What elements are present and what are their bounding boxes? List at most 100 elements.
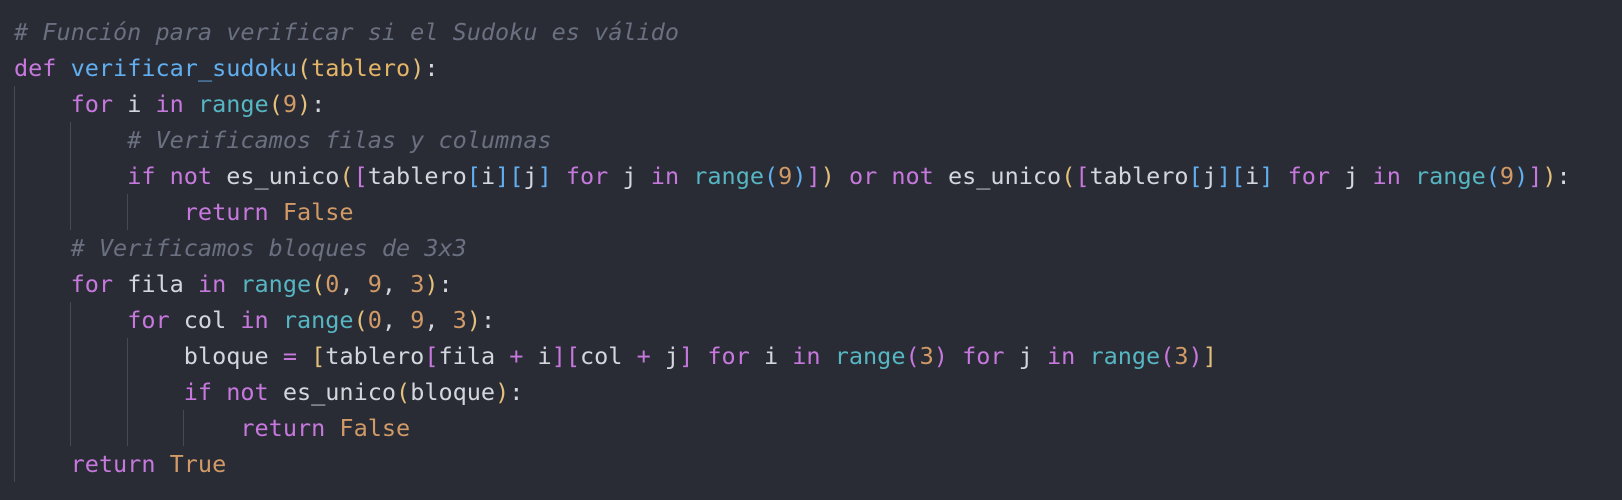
code-token-b3: [: [466, 162, 481, 190]
indent-guide: [70, 374, 72, 410]
code-token-plain: bloque: [410, 378, 496, 406]
code-token-b2: (: [905, 342, 920, 370]
code-line[interactable]: if not es_unico(bloque):: [0, 374, 1622, 410]
code-token-keyword: not: [891, 162, 934, 190]
code-line[interactable]: return True: [0, 446, 1622, 482]
code-token-b1: (: [1061, 162, 1076, 190]
code-token-keyword: for: [70, 90, 114, 118]
indent-guide: [70, 122, 72, 158]
code-token-builtin: range: [240, 270, 312, 298]
code-token-b3: ]: [1259, 162, 1274, 190]
code-token-b2: ): [933, 342, 948, 370]
code-token-b1: (: [296, 54, 312, 82]
code-token-number: 9: [282, 90, 298, 118]
code-line[interactable]: for col in range(0, 9, 3):: [0, 302, 1622, 338]
code-token-keyword: in: [197, 270, 227, 298]
code-token-plain: bloque: [183, 342, 283, 370]
code-token-number: 3: [452, 306, 467, 334]
indent-guide: [14, 410, 15, 446]
code-line[interactable]: if not es_unico([tablero[i][j] for j in …: [0, 158, 1622, 194]
code-token-b1: ): [495, 378, 510, 406]
code-token-const: False: [282, 198, 354, 226]
indent-guide: [126, 374, 128, 410]
code-token-b1: ): [410, 54, 425, 82]
code-body[interactable]: # Función para verificar si el Sudoku es…: [0, 14, 1622, 482]
code-token-plain: i: [749, 342, 793, 370]
code-token-keyword: not: [169, 162, 213, 190]
code-token-b3: (: [764, 162, 779, 190]
code-line[interactable]: def verificar_sudoku(tablero):: [0, 50, 1622, 86]
code-line[interactable]: # Verificamos bloques de 3x3: [0, 230, 1622, 266]
code-token-b3: [: [509, 162, 524, 190]
code-token-plain: i: [113, 90, 156, 118]
code-token-b2: ]: [679, 342, 694, 370]
code-token-number: 9: [1499, 162, 1515, 190]
code-token-plain: tablero: [325, 342, 425, 370]
code-token-b2: ]: [551, 342, 566, 370]
indent-guide: [126, 194, 128, 230]
code-token-plain: es_unico: [933, 162, 1062, 190]
code-token-plain: :: [480, 306, 496, 334]
code-token-plain: col: [169, 306, 241, 334]
code-token-b1: ): [820, 162, 835, 190]
code-token-builtin: range: [197, 90, 269, 118]
code-line[interactable]: bloque = [tablero[fila + i][col + j] for…: [0, 338, 1622, 374]
indent-guide: [14, 302, 15, 338]
code-line[interactable]: # Función para verificar si el Sudoku es…: [0, 14, 1622, 50]
code-token-b1: (: [396, 378, 411, 406]
indent-guide: [14, 194, 15, 230]
code-line[interactable]: return False: [0, 410, 1622, 446]
code-token-keyword: for: [127, 306, 170, 334]
code-token-plain: j: [1202, 162, 1217, 190]
indent-guide: [70, 410, 72, 446]
code-token-plain: j: [1004, 342, 1048, 370]
code-token-plain: j: [650, 342, 680, 370]
code-token-plain: i: [523, 342, 552, 370]
code-line[interactable]: # Verificamos filas y columnas: [0, 122, 1622, 158]
code-token-plain: :: [1556, 162, 1571, 190]
code-token-b1: ): [466, 306, 481, 334]
code-token-b1: (: [268, 90, 283, 118]
code-token-b1: ): [1542, 162, 1557, 190]
indent-guide: [14, 446, 15, 482]
code-token-keyword: for: [70, 270, 114, 298]
code-line[interactable]: return False: [0, 194, 1622, 230]
code-token-keyword: if: [183, 378, 213, 406]
code-token-op: =: [282, 342, 297, 370]
code-token-keyword: or: [848, 162, 878, 190]
indent-guide: [14, 374, 15, 410]
code-token-keyword: return: [70, 450, 156, 478]
code-token-comment: # Verificamos filas y columnas: [127, 126, 552, 154]
code-token-b1: ]: [1202, 342, 1217, 370]
code-token-number: 0: [325, 270, 340, 298]
code-line[interactable]: for i in range(9):: [0, 86, 1622, 122]
code-token-plain: i: [1245, 162, 1260, 190]
code-token-b3: [: [1188, 162, 1203, 190]
code-token-plain: es_unico: [212, 162, 340, 190]
indent-guide: [14, 338, 15, 374]
code-token-plain: es_unico: [268, 378, 397, 406]
code-token-b2: [: [424, 342, 439, 370]
code-token-plain: ,: [381, 270, 411, 298]
code-line[interactable]: for fila in range(0, 9, 3):: [0, 266, 1622, 302]
indent-guide: [70, 302, 72, 338]
code-editor[interactable]: # Función para verificar si el Sudoku es…: [0, 0, 1622, 500]
code-token-plain: fila: [113, 270, 198, 298]
indent-guide: [14, 158, 15, 194]
indent-guide: [126, 410, 128, 446]
code-token-keyword: if: [127, 162, 156, 190]
